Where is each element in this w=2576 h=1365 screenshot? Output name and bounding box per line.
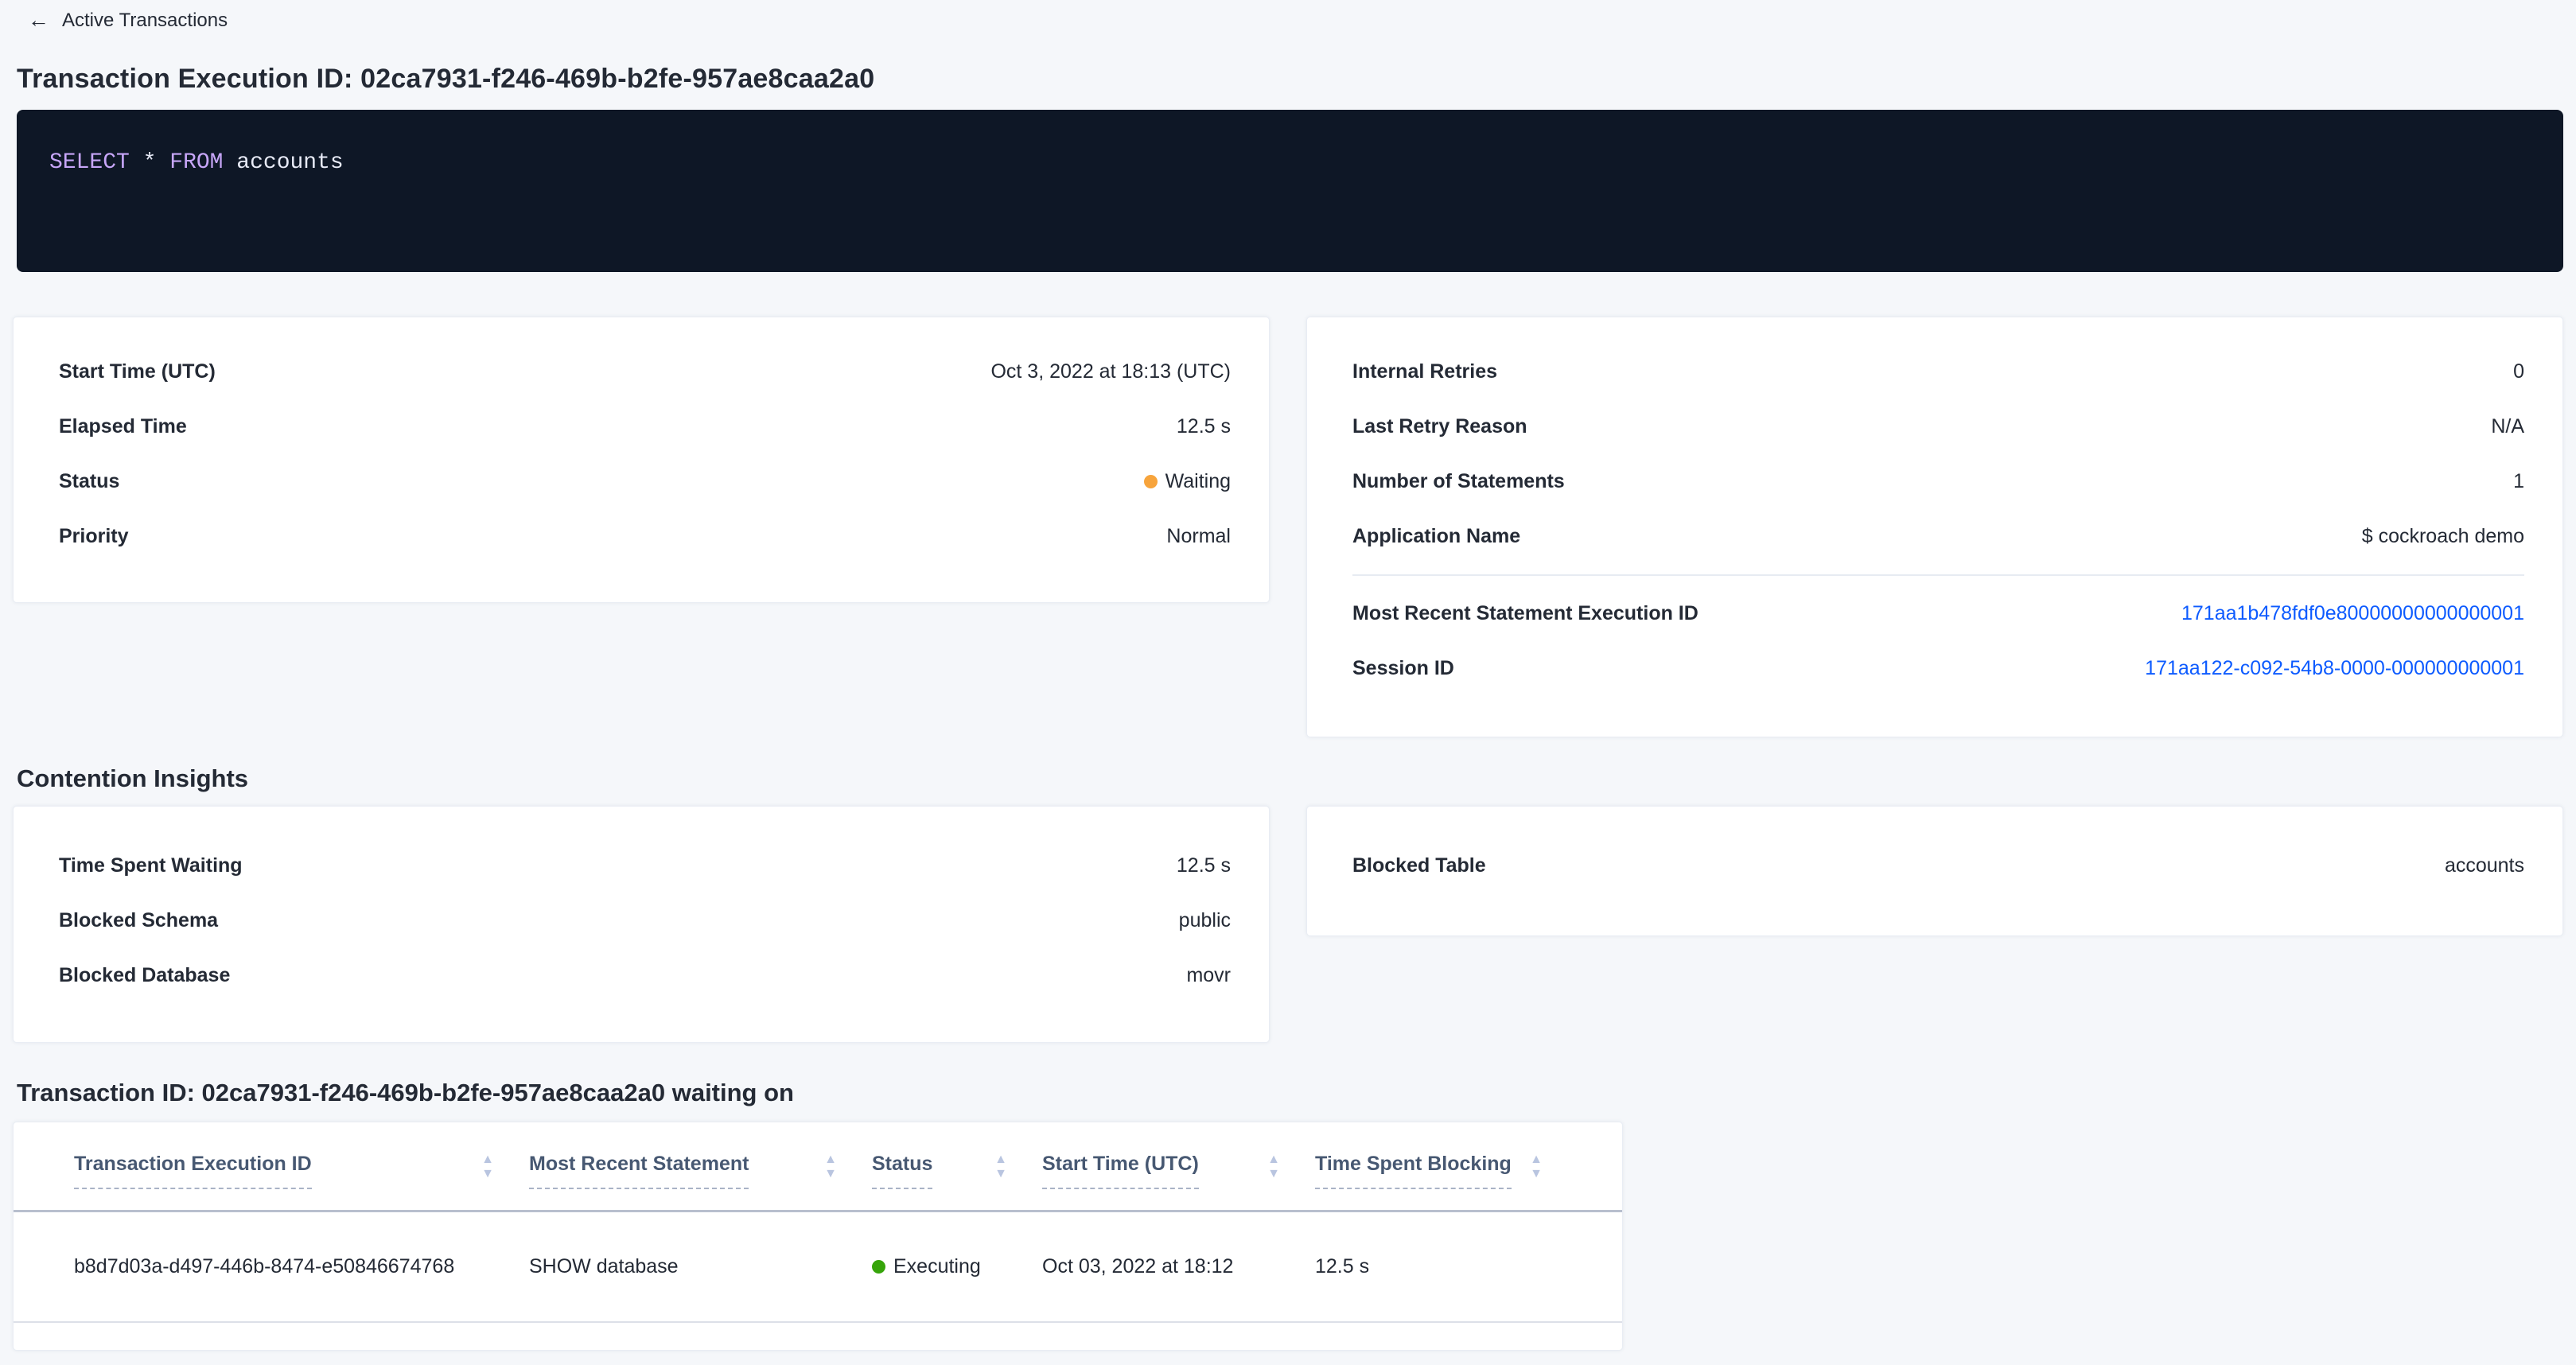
- column-header-time-spent-blocking[interactable]: Time Spent Blocking ▲▼: [1315, 1153, 1578, 1210]
- cell-time-spent-blocking: 12.5 s: [1315, 1255, 1578, 1278]
- last-retry-reason-value: N/A: [2491, 415, 2524, 438]
- number-of-statements-label: Number of Statements: [1352, 470, 1565, 493]
- cell-status-value: Executing: [893, 1255, 981, 1278]
- row-time-spent-waiting: Time Spent Waiting 12.5 s: [59, 838, 1231, 893]
- summary-cards-row: Start Time (UTC) Oct 3, 2022 at 18:13 (U…: [13, 317, 2563, 737]
- page-title: Transaction Execution ID: 02ca7931-f246-…: [17, 63, 2576, 95]
- blocked-schema-label: Blocked Schema: [59, 909, 218, 932]
- row-priority: Priority Normal: [59, 509, 1231, 564]
- column-header-status[interactable]: Status ▲▼: [872, 1153, 1042, 1210]
- sql-statement-box: SELECT * FROM accounts: [17, 110, 2563, 272]
- most-recent-statement-id-label: Most Recent Statement Execution ID: [1352, 602, 1699, 625]
- row-session-id: Session ID 171aa122-c092-54b8-0000-00000…: [1352, 641, 2524, 696]
- session-id-label: Session ID: [1352, 657, 1454, 680]
- row-blocked-table: Blocked Table accounts: [1352, 838, 2524, 893]
- most-recent-statement-id-link[interactable]: 171aa1b478fdf0e80000000000000001: [2181, 602, 2524, 625]
- last-retry-reason-label: Last Retry Reason: [1352, 415, 1527, 438]
- time-spent-waiting-value: 12.5 s: [1177, 854, 1231, 877]
- start-time-label: Start Time (UTC): [59, 360, 216, 383]
- status-label: Status: [59, 470, 119, 493]
- time-spent-waiting-label: Time Spent Waiting: [59, 854, 243, 877]
- row-status: Status Waiting: [59, 454, 1231, 509]
- blocked-database-label: Blocked Database: [59, 964, 230, 987]
- sort-icon[interactable]: ▲▼: [994, 1154, 1007, 1180]
- column-header-start-time[interactable]: Start Time (UTC) ▲▼: [1042, 1153, 1315, 1210]
- status-badge: Waiting: [1144, 470, 1231, 493]
- overview-card: Start Time (UTC) Oct 3, 2022 at 18:13 (U…: [13, 317, 1270, 603]
- row-most-recent-statement-id: Most Recent Statement Execution ID 171aa…: [1352, 586, 2524, 641]
- blocked-table-label: Blocked Table: [1352, 854, 1486, 877]
- row-blocked-schema: Blocked Schema public: [59, 893, 1231, 948]
- start-time-value: Oct 3, 2022 at 18:13 (UTC): [990, 360, 1231, 383]
- row-number-of-statements: Number of Statements 1: [1352, 454, 2524, 509]
- priority-label: Priority: [59, 525, 129, 548]
- sql-star: *: [143, 150, 157, 175]
- row-last-retry-reason: Last Retry Reason N/A: [1352, 399, 2524, 454]
- row-blocked-database: Blocked Database movr: [59, 948, 1231, 1003]
- blocked-table-value: accounts: [2445, 854, 2524, 877]
- details-card: Internal Retries 0 Last Retry Reason N/A…: [1306, 317, 2563, 737]
- contention-cards-row: Time Spent Waiting 12.5 s Blocked Schema…: [13, 806, 2563, 1043]
- row-start-time: Start Time (UTC) Oct 3, 2022 at 18:13 (U…: [59, 344, 1231, 399]
- internal-retries-value: 0: [2513, 360, 2524, 383]
- elapsed-time-value: 12.5 s: [1177, 415, 1231, 438]
- table-header-row: Transaction Execution ID ▲▼ Most Recent …: [14, 1122, 1622, 1212]
- card-divider: [1352, 574, 2524, 576]
- waiting-on-heading: Transaction ID: 02ca7931-f246-469b-b2fe-…: [17, 1078, 2576, 1108]
- sql-keyword-select: SELECT: [49, 150, 130, 175]
- application-name-label: Application Name: [1352, 525, 1520, 548]
- cell-most-recent-statement: SHOW database: [529, 1255, 872, 1278]
- blocked-database-value: movr: [1186, 964, 1231, 987]
- contention-waiting-card: Time Spent Waiting 12.5 s Blocked Schema…: [13, 806, 1270, 1043]
- row-application-name: Application Name $ cockroach demo: [1352, 509, 2524, 564]
- blocked-table-card: Blocked Table accounts: [1306, 806, 2563, 936]
- elapsed-time-label: Elapsed Time: [59, 415, 187, 438]
- waiting-transactions-table: Transaction Execution ID ▲▼ Most Recent …: [13, 1122, 1623, 1351]
- priority-value: Normal: [1166, 525, 1231, 548]
- table-row: b8d7d03a-d497-446b-8474-e50846674768 SHO…: [14, 1212, 1622, 1323]
- status-value: Waiting: [1165, 470, 1231, 493]
- cell-transaction-execution-id: b8d7d03a-d497-446b-8474-e50846674768: [74, 1255, 529, 1278]
- contention-insights-heading: Contention Insights: [17, 764, 2576, 794]
- row-internal-retries: Internal Retries 0: [1352, 344, 2524, 399]
- cell-start-time: Oct 03, 2022 at 18:12: [1042, 1255, 1315, 1278]
- blocked-schema-value: public: [1179, 909, 1231, 932]
- status-waiting-dot-icon: [1144, 475, 1158, 488]
- application-name-value: $ cockroach demo: [2362, 525, 2524, 548]
- sql-table-identifier: accounts: [236, 150, 343, 175]
- sort-icon[interactable]: ▲▼: [1530, 1154, 1543, 1180]
- back-arrow-icon: ←: [28, 7, 49, 33]
- cell-status: Executing: [872, 1255, 1042, 1278]
- status-executing-dot-icon: [872, 1260, 885, 1274]
- column-header-transaction-execution-id[interactable]: Transaction Execution ID ▲▼: [74, 1153, 529, 1210]
- sort-icon[interactable]: ▲▼: [824, 1154, 837, 1180]
- sort-icon[interactable]: ▲▼: [1267, 1154, 1280, 1180]
- back-link-active-transactions[interactable]: ← Active Transactions: [28, 0, 228, 33]
- session-id-link[interactable]: 171aa122-c092-54b8-0000-000000000001: [2145, 657, 2524, 680]
- sql-keyword-from: FROM: [169, 150, 223, 175]
- internal-retries-label: Internal Retries: [1352, 360, 1497, 383]
- row-elapsed-time: Elapsed Time 12.5 s: [59, 399, 1231, 454]
- sort-icon[interactable]: ▲▼: [481, 1154, 494, 1180]
- breadcrumb-label: Active Transactions: [62, 7, 228, 33]
- number-of-statements-value: 1: [2513, 470, 2524, 493]
- column-header-most-recent-statement[interactable]: Most Recent Statement ▲▼: [529, 1153, 872, 1210]
